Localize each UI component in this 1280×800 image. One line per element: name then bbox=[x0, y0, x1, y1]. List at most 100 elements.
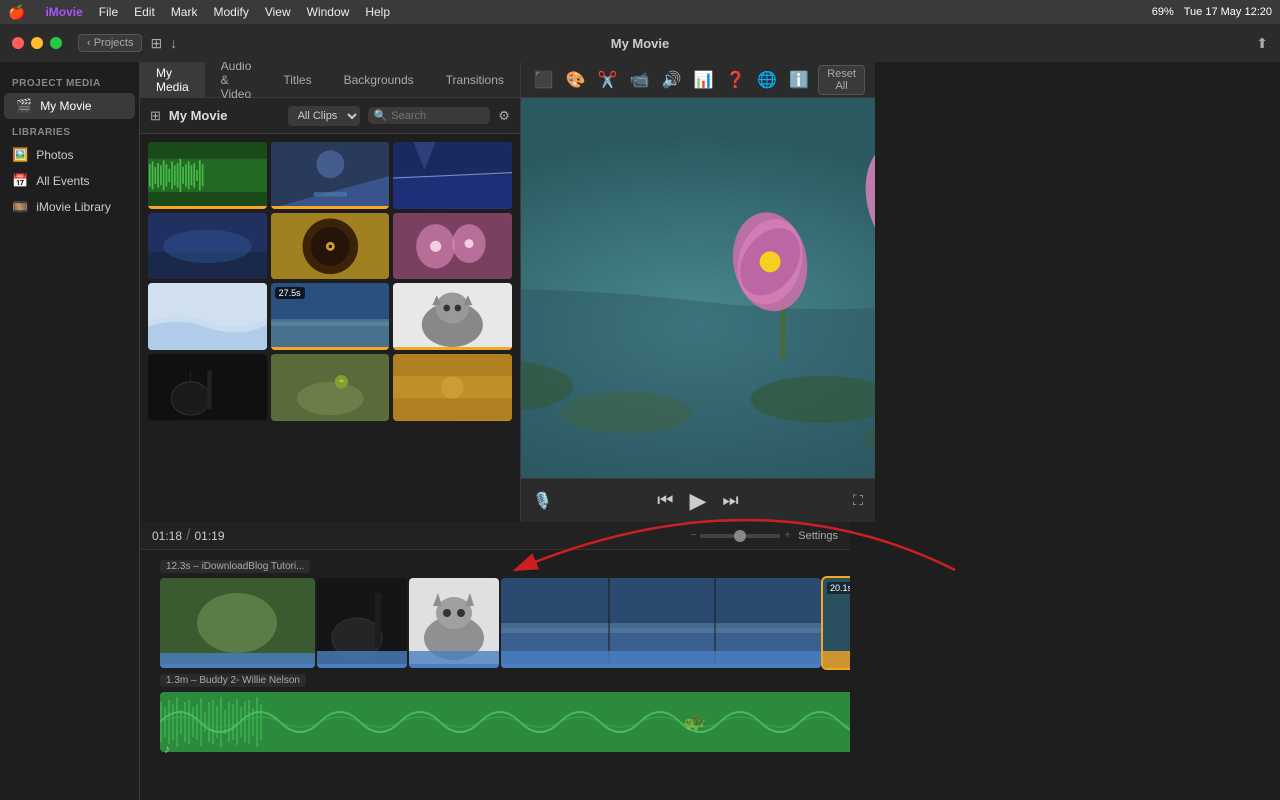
video-preview bbox=[521, 98, 875, 478]
media-thumb-4[interactable] bbox=[148, 213, 267, 280]
media-thumb-8[interactable]: 27.5s bbox=[271, 283, 390, 350]
sidebar-item-photos[interactable]: 🖼️ Photos bbox=[0, 142, 139, 168]
sidebar-my-movie-label: My Movie bbox=[40, 99, 91, 113]
current-time: 01:18 bbox=[152, 529, 182, 543]
media-thumb-7[interactable] bbox=[148, 283, 267, 350]
gear-icon[interactable]: ⚙ bbox=[498, 108, 510, 124]
photos-icon: 🖼️ bbox=[12, 147, 28, 163]
inspector-tool[interactable]: ℹ️ bbox=[786, 67, 812, 93]
media-browser: My Media Audio & Video Titles Background… bbox=[140, 62, 520, 522]
maximize-button[interactable] bbox=[50, 37, 62, 49]
search-icon: 🔍 bbox=[374, 109, 388, 122]
close-button[interactable] bbox=[12, 37, 24, 49]
clip-progress-bar-8 bbox=[271, 347, 390, 350]
media-thumb-2[interactable] bbox=[271, 142, 390, 209]
timeline-content: 12.3s – iDownloadBlog Tutori... bbox=[140, 578, 850, 800]
sidebar-library-label: iMovie Library bbox=[36, 200, 111, 214]
media-thumb-6[interactable] bbox=[393, 213, 512, 280]
rewind-button[interactable]: ⏮ bbox=[657, 490, 673, 511]
menu-view[interactable]: View bbox=[265, 5, 291, 19]
microphone-icon[interactable]: 🎙️ bbox=[533, 491, 553, 511]
noise-reduction-tool[interactable]: 📊 bbox=[691, 67, 717, 93]
sidebar-events-label: All Events bbox=[36, 174, 89, 188]
clip-5-selected[interactable]: 20.1s bbox=[823, 578, 850, 668]
clock: Tue 17 May 12:20 bbox=[1184, 6, 1272, 18]
zoom-in-icon[interactable]: + bbox=[784, 530, 790, 541]
sidebar-item-all-events[interactable]: 📅 All Events bbox=[0, 168, 139, 194]
zoom-control: − + bbox=[691, 530, 791, 541]
total-time: 01:19 bbox=[194, 529, 224, 543]
volume-tool[interactable]: 🔊 bbox=[659, 67, 685, 93]
project-media-label: PROJECT MEDIA bbox=[0, 70, 139, 93]
tab-titles[interactable]: Titles bbox=[267, 67, 327, 93]
audio-clip[interactable]: // We'll draw the waveform as SVG polyli… bbox=[160, 692, 850, 752]
media-thumb-1[interactable] bbox=[148, 142, 267, 209]
sidebar-item-imovie-library[interactable]: 🎞️ iMovie Library bbox=[0, 194, 139, 220]
clip-4[interactable] bbox=[501, 578, 821, 668]
reset-all-button[interactable]: Reset All bbox=[818, 65, 865, 95]
menu-modify[interactable]: Modify bbox=[213, 5, 248, 19]
back-to-projects-button[interactable]: ‹ Projects bbox=[78, 34, 142, 52]
video-track: 20.1s bbox=[160, 578, 850, 668]
media-thumb-3[interactable] bbox=[393, 142, 512, 209]
menubar: 🍎 iMovie File Edit Mark Modify View Wind… bbox=[0, 0, 1280, 24]
play-button[interactable]: ▶ bbox=[689, 488, 706, 514]
search-input[interactable] bbox=[391, 110, 484, 122]
clip-duration-label: 20.1s bbox=[827, 582, 850, 594]
timeline-header: 01:18 / 01:19 − + Settings bbox=[140, 522, 850, 550]
timeline-controls-right: − + Settings bbox=[691, 530, 838, 542]
media-thumb-9[interactable] bbox=[393, 283, 512, 350]
skip-forward-button[interactable]: ⏭ bbox=[722, 490, 738, 511]
menu-file[interactable]: File bbox=[99, 5, 118, 19]
app-name[interactable]: iMovie bbox=[45, 5, 82, 19]
zoom-out-icon[interactable]: − bbox=[691, 530, 697, 541]
menu-edit[interactable]: Edit bbox=[134, 5, 155, 19]
film-icon: 🎬 bbox=[16, 98, 32, 114]
media-title: My Movie bbox=[169, 108, 280, 123]
clip-label: 12.3s – iDownloadBlog Tutori... bbox=[160, 560, 310, 573]
share-icon[interactable]: ⬆ bbox=[1256, 35, 1268, 52]
sidebar-item-my-movie[interactable]: 🎬 My Movie bbox=[4, 93, 135, 119]
window-title: My Movie bbox=[611, 36, 670, 51]
grid-toggle-icon[interactable]: ⊞ bbox=[150, 108, 161, 124]
audio-track-container: 1.3m – Buddy 2- Willie Nelson // We'll d… bbox=[160, 692, 850, 752]
tab-bar: My Media Audio & Video Titles Background… bbox=[140, 62, 520, 98]
clip-filter-tool[interactable]: 🌐 bbox=[754, 67, 780, 93]
library-icon: 🎞️ bbox=[12, 199, 28, 215]
layout-toggle-icon[interactable]: ⊞ bbox=[150, 35, 162, 52]
menu-help[interactable]: Help bbox=[365, 5, 390, 19]
zoom-thumb[interactable] bbox=[734, 530, 746, 542]
crop-tool[interactable]: ✂️ bbox=[595, 67, 621, 93]
color-balance-tool[interactable]: ⬛ bbox=[531, 67, 557, 93]
menu-mark[interactable]: Mark bbox=[171, 5, 198, 19]
import-icon[interactable]: ↓ bbox=[170, 35, 177, 51]
tab-backgrounds[interactable]: Backgrounds bbox=[328, 67, 430, 93]
clip-3[interactable] bbox=[409, 578, 499, 668]
media-thumb-11[interactable] bbox=[271, 354, 390, 421]
minimize-button[interactable] bbox=[31, 37, 43, 49]
media-thumb-12[interactable] bbox=[393, 354, 512, 421]
media-grid: 27.5s bbox=[140, 134, 520, 522]
tab-transitions[interactable]: Transitions bbox=[430, 67, 520, 93]
color-correction-tool[interactable]: 🎨 bbox=[563, 67, 589, 93]
clip-2[interactable] bbox=[317, 578, 407, 668]
speed-tool[interactable]: ❓ bbox=[722, 67, 748, 93]
zoom-track[interactable] bbox=[700, 534, 780, 538]
clips-filter-select[interactable]: All Clips bbox=[288, 106, 360, 126]
video-track-container: 12.3s – iDownloadBlog Tutori... bbox=[160, 578, 850, 668]
tab-my-media[interactable]: My Media bbox=[140, 60, 205, 100]
titlebar: ‹ Projects ⊞ ↓ My Movie ⬆ bbox=[0, 24, 1280, 62]
stabilization-tool[interactable]: 📹 bbox=[627, 67, 653, 93]
media-header: ⊞ My Movie All Clips 🔍 ⚙ bbox=[140, 98, 520, 134]
settings-button[interactable]: Settings bbox=[798, 530, 838, 542]
audio-label: 1.3m – Buddy 2- Willie Nelson bbox=[160, 674, 306, 687]
menu-window[interactable]: Window bbox=[307, 5, 350, 19]
media-thumb-5[interactable] bbox=[271, 213, 390, 280]
viewer-controls: 🎙️ ⏮ ▶ ⏭ ⛶ bbox=[521, 478, 875, 522]
apple-icon[interactable]: 🍎 bbox=[8, 4, 25, 21]
fullscreen-icon[interactable]: ⛶ bbox=[853, 492, 863, 509]
media-thumb-10[interactable] bbox=[148, 354, 267, 421]
traffic-lights bbox=[12, 37, 62, 49]
preview-image bbox=[521, 98, 875, 478]
clip-1[interactable] bbox=[160, 578, 315, 668]
